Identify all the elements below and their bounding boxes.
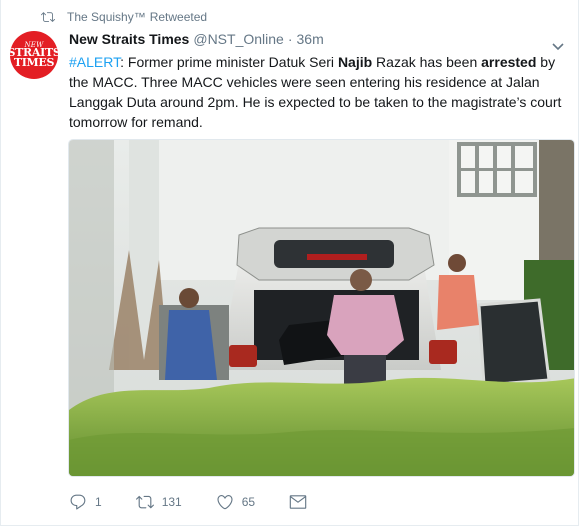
separator-dot: · (287, 31, 293, 47)
avatar-text-3: TIMES (13, 56, 55, 70)
tweet-text-segment: : Former prime minister Datuk Seri (120, 54, 338, 70)
like-button[interactable]: 65 (216, 492, 255, 512)
retweet-context: The Squishy™ Retweeted (41, 9, 207, 25)
tweet-text-bold-name: Najib (337, 54, 373, 70)
reply-button[interactable]: 1 (69, 492, 102, 512)
retweet-icon (41, 10, 55, 24)
tweet-text-bold-arrested: arrested (481, 54, 537, 70)
tweet-text: #ALERT: Former prime minister Datuk Seri… (69, 52, 571, 132)
chevron-down-icon[interactable] (552, 38, 564, 51)
heart-icon (216, 493, 234, 511)
author-name[interactable]: New Straits Times (69, 31, 189, 47)
retweeter-name[interactable]: The Squishy™ (67, 10, 146, 24)
avatar[interactable]: NEW STRAITS TIMES (10, 31, 58, 79)
tweet-actions: 1 131 65 (69, 492, 315, 512)
reply-count: 1 (95, 495, 102, 509)
tweet-card[interactable]: The Squishy™ Retweeted NEW STRAITS TIMES… (0, 0, 579, 526)
retweeted-label: Retweeted (149, 10, 208, 24)
hashtag-link[interactable]: #ALERT (69, 54, 120, 70)
tweet-timestamp[interactable]: 36m (297, 31, 324, 47)
envelope-icon (289, 493, 307, 511)
author-handle[interactable]: @NST_Online (193, 31, 283, 47)
reply-icon (69, 493, 87, 511)
retweet-count: 131 (161, 495, 182, 509)
tweet-text-segment: Razak has been (372, 54, 482, 70)
direct-message-button[interactable] (289, 492, 315, 512)
tweet-photo[interactable] (68, 139, 575, 477)
retweet-button[interactable]: 131 (135, 492, 182, 512)
like-count: 65 (241, 495, 256, 509)
tweet-header: New Straits Times @NST_Online · 36m (69, 31, 324, 51)
retweet-icon (135, 493, 154, 511)
photo-scene (69, 140, 574, 476)
